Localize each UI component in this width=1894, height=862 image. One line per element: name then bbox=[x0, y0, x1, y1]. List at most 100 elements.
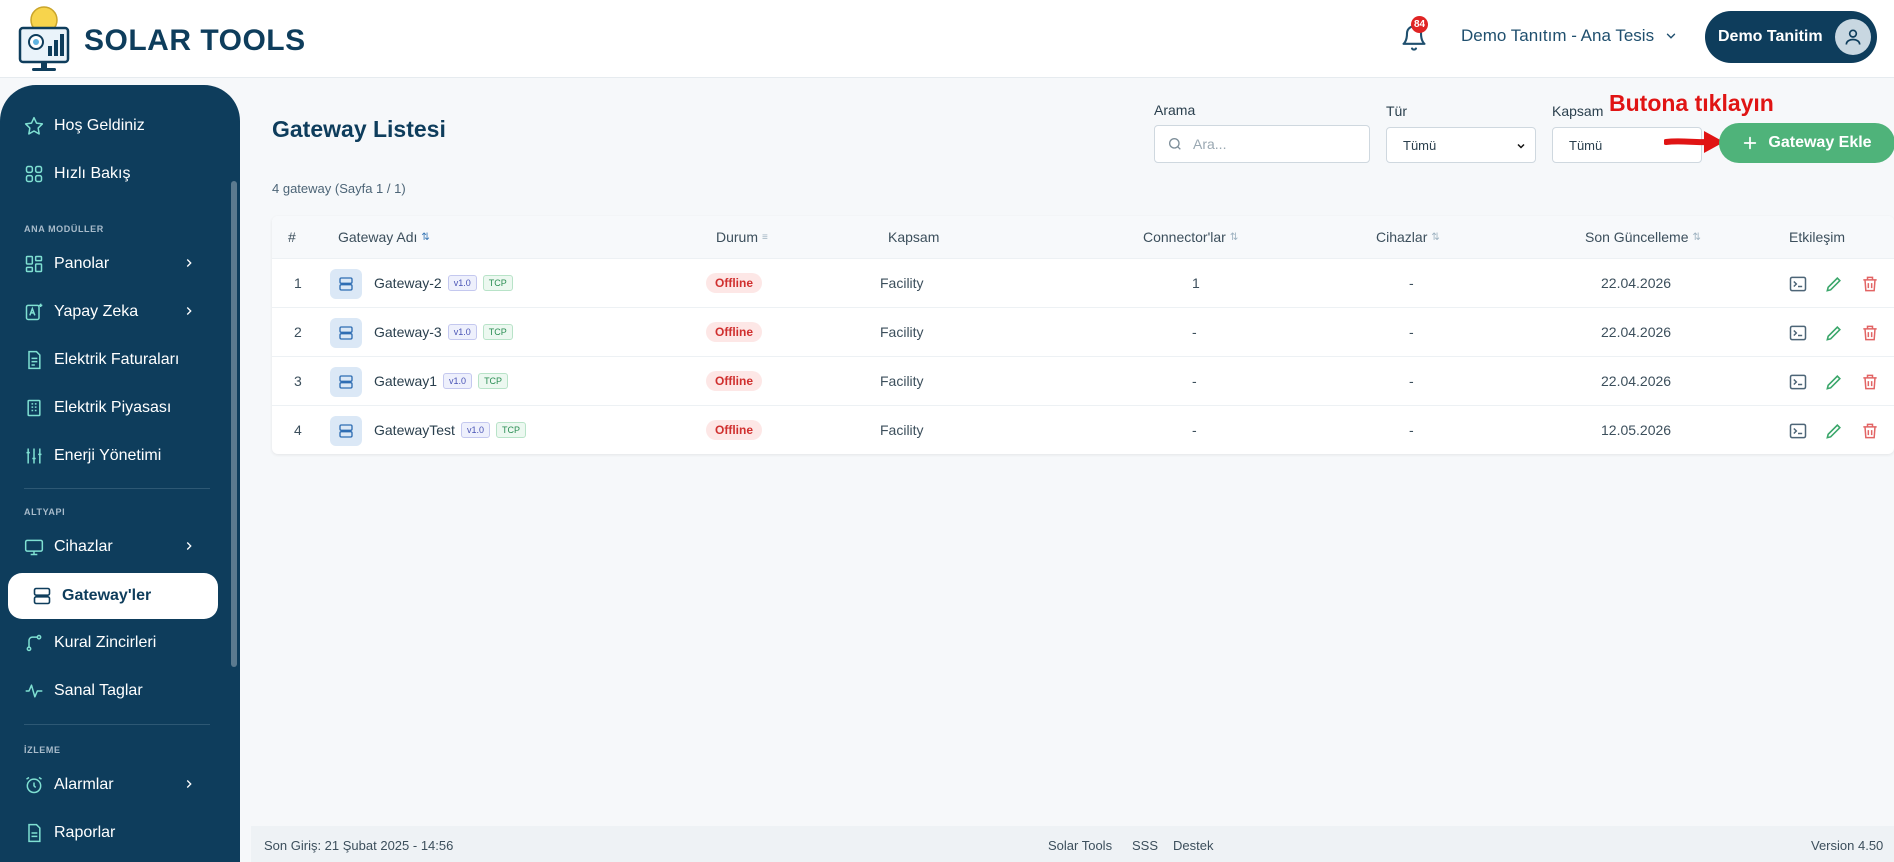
sidebar-item-alarms[interactable]: Alarmlar bbox=[8, 762, 218, 808]
add-gateway-button[interactable]: Gateway Ekle bbox=[1719, 123, 1894, 163]
solar-logo-icon bbox=[18, 6, 70, 71]
column-header-name[interactable]: Gateway Adı ⇅ bbox=[338, 229, 430, 245]
server-icon bbox=[33, 587, 51, 605]
version-tag: v1.0 bbox=[447, 275, 477, 291]
edit-icon[interactable] bbox=[1824, 421, 1844, 441]
row-number: 1 bbox=[294, 275, 302, 291]
sidebar-item-devices[interactable]: Cihazlar bbox=[8, 524, 218, 570]
sidebar-item-overview[interactable]: Hızlı Bakış bbox=[8, 151, 218, 197]
sidebar-item-dashboards[interactable]: Panolar bbox=[8, 241, 218, 287]
chevron-down-icon bbox=[1666, 33, 1676, 39]
sidebar-item-energy[interactable]: Enerji Yönetimi bbox=[8, 433, 218, 479]
user-name: Demo Tanitim bbox=[1718, 28, 1823, 45]
sidebar-item-label: Alarmlar bbox=[54, 776, 114, 793]
sidebar-item-ai[interactable]: Yapay Zeka bbox=[8, 289, 218, 335]
search-input[interactable] bbox=[1193, 136, 1363, 152]
sidebar-item-market[interactable]: Elektrik Piyasası bbox=[8, 385, 218, 431]
type-label: Tür bbox=[1386, 103, 1407, 119]
protocol-tag: TCP bbox=[482, 275, 513, 291]
scope-cell: Facility bbox=[880, 422, 924, 438]
scope-cell: Facility bbox=[880, 373, 924, 389]
pagination-info: 4 gateway (Sayfa 1 / 1) bbox=[272, 181, 406, 196]
table-row[interactable]: 2 Gateway-3 v1.0 TCP Offline Facility - … bbox=[272, 307, 1894, 356]
gateway-name[interactable]: Gateway-2 v1.0 TCP bbox=[374, 275, 513, 291]
sidebar-item-label: Elektrik Piyasası bbox=[54, 399, 172, 416]
sidebar: Hoş Geldiniz Hızlı Bakış ANA MODÜLLER Pa… bbox=[0, 85, 240, 862]
sidebar-scrollbar[interactable] bbox=[231, 181, 237, 667]
user-menu-button[interactable]: Demo Tanitim bbox=[1705, 11, 1877, 63]
server-icon bbox=[330, 318, 362, 348]
search-icon bbox=[1169, 138, 1181, 150]
row-number: 2 bbox=[294, 324, 302, 340]
footer-link-support[interactable]: Destek bbox=[1173, 838, 1213, 853]
footer-link-faq[interactable]: SSS bbox=[1132, 838, 1158, 853]
sidebar-item-label: Cihazlar bbox=[54, 538, 113, 555]
column-header-devices[interactable]: Cihazlar ⇅ bbox=[1376, 229, 1440, 245]
app-version: Version 4.50 bbox=[1811, 838, 1884, 853]
branch-icon bbox=[26, 634, 42, 652]
table-row[interactable]: 4 GatewayTest v1.0 TCP Offline Facility … bbox=[272, 405, 1894, 454]
status-badge: Offline bbox=[706, 420, 762, 440]
sidebar-item-label: Panolar bbox=[54, 255, 110, 272]
edit-icon[interactable] bbox=[1824, 274, 1844, 294]
terminal-icon[interactable] bbox=[1788, 372, 1808, 392]
edit-icon[interactable] bbox=[1824, 323, 1844, 343]
section-infrastructure: ALTYAPI bbox=[24, 507, 66, 517]
search-field[interactable] bbox=[1154, 125, 1370, 163]
sidebar-item-label: Sanal Taglar bbox=[54, 682, 143, 699]
terminal-icon[interactable] bbox=[1788, 421, 1808, 441]
sidebar-item-invoices[interactable]: Elektrik Faturaları bbox=[8, 337, 218, 383]
gateway-table: # Gateway Adı ⇅ Durum ≡ Kapsam Connector'l… bbox=[272, 216, 1894, 454]
facility-name: Demo Tanıtım - Ana Tesis bbox=[1461, 26, 1655, 45]
search-label: Arama bbox=[1154, 102, 1196, 118]
version-tag: v1.0 bbox=[460, 422, 490, 438]
server-icon bbox=[330, 367, 362, 397]
sidebar-item-reports[interactable]: Raporlar bbox=[8, 810, 218, 856]
row-number: 3 bbox=[294, 373, 302, 389]
grid-icon bbox=[25, 165, 43, 183]
connectors-cell: 1 bbox=[1192, 275, 1200, 291]
column-header-updated[interactable]: Son Güncelleme ⇅ bbox=[1585, 229, 1701, 245]
edit-icon[interactable] bbox=[1824, 372, 1844, 392]
column-header-status[interactable]: Durum ≡ bbox=[716, 229, 768, 245]
sort-icon: ≡ bbox=[762, 231, 768, 243]
table-row[interactable]: 1 Gateway-2 v1.0 TCP Offline Facility 1 … bbox=[272, 258, 1894, 307]
type-select[interactable]: Tümü bbox=[1386, 127, 1536, 163]
devices-cell: - bbox=[1409, 275, 1414, 291]
sidebar-item-label: Gateway'ler bbox=[62, 587, 152, 604]
facility-selector[interactable]: Demo Tanıtım - Ana Tesis bbox=[1461, 26, 1678, 46]
gateway-name[interactable]: Gateway1 v1.0 TCP bbox=[374, 373, 509, 389]
devices-cell: - bbox=[1409, 373, 1414, 389]
pulse-icon bbox=[25, 684, 43, 698]
chevron-right-icon bbox=[186, 307, 192, 315]
sidebar-item-gateways[interactable]: Gateway'ler bbox=[8, 573, 218, 619]
sidebar-divider bbox=[24, 724, 210, 725]
dashboard-icon bbox=[25, 255, 43, 273]
table-row[interactable]: 3 Gateway1 v1.0 TCP Offline Facility - -… bbox=[272, 356, 1894, 405]
page-title: Gateway Listesi bbox=[272, 116, 446, 142]
monitor-icon bbox=[24, 539, 44, 556]
protocol-tag: TCP bbox=[478, 373, 509, 389]
sort-icon: ⇅ bbox=[1692, 231, 1701, 243]
terminal-icon[interactable] bbox=[1788, 323, 1808, 343]
footer-link-solar-tools[interactable]: Solar Tools bbox=[1048, 838, 1112, 853]
gateway-name[interactable]: GatewayTest v1.0 TCP bbox=[374, 422, 526, 438]
updated-cell: 12.05.2026 bbox=[1601, 422, 1672, 438]
trash-icon[interactable] bbox=[1860, 421, 1880, 441]
sidebar-item-virtual-tags[interactable]: Sanal Taglar bbox=[8, 668, 218, 714]
report-icon bbox=[28, 823, 41, 843]
trash-icon[interactable] bbox=[1860, 323, 1880, 343]
trash-icon[interactable] bbox=[1860, 274, 1880, 294]
column-header-connectors[interactable]: Connector'lar ⇅ bbox=[1143, 229, 1238, 245]
chevron-right-icon bbox=[186, 259, 192, 267]
gateway-name[interactable]: Gateway-3 v1.0 TCP bbox=[374, 324, 513, 340]
trash-icon[interactable] bbox=[1860, 372, 1880, 392]
sidebar-item-rule-chains[interactable]: Kural Zincirleri bbox=[8, 620, 218, 666]
brand-name: SOLAR TOOLS bbox=[84, 24, 306, 57]
column-header-number: # bbox=[288, 229, 296, 245]
terminal-icon[interactable] bbox=[1788, 274, 1808, 294]
version-tag: v1.0 bbox=[443, 373, 473, 389]
sidebar-item-welcome[interactable]: Hoş Geldiniz bbox=[8, 103, 218, 149]
sidebar-item-label: Elektrik Faturaları bbox=[54, 351, 180, 368]
section-monitoring: İZLEME bbox=[24, 745, 61, 755]
